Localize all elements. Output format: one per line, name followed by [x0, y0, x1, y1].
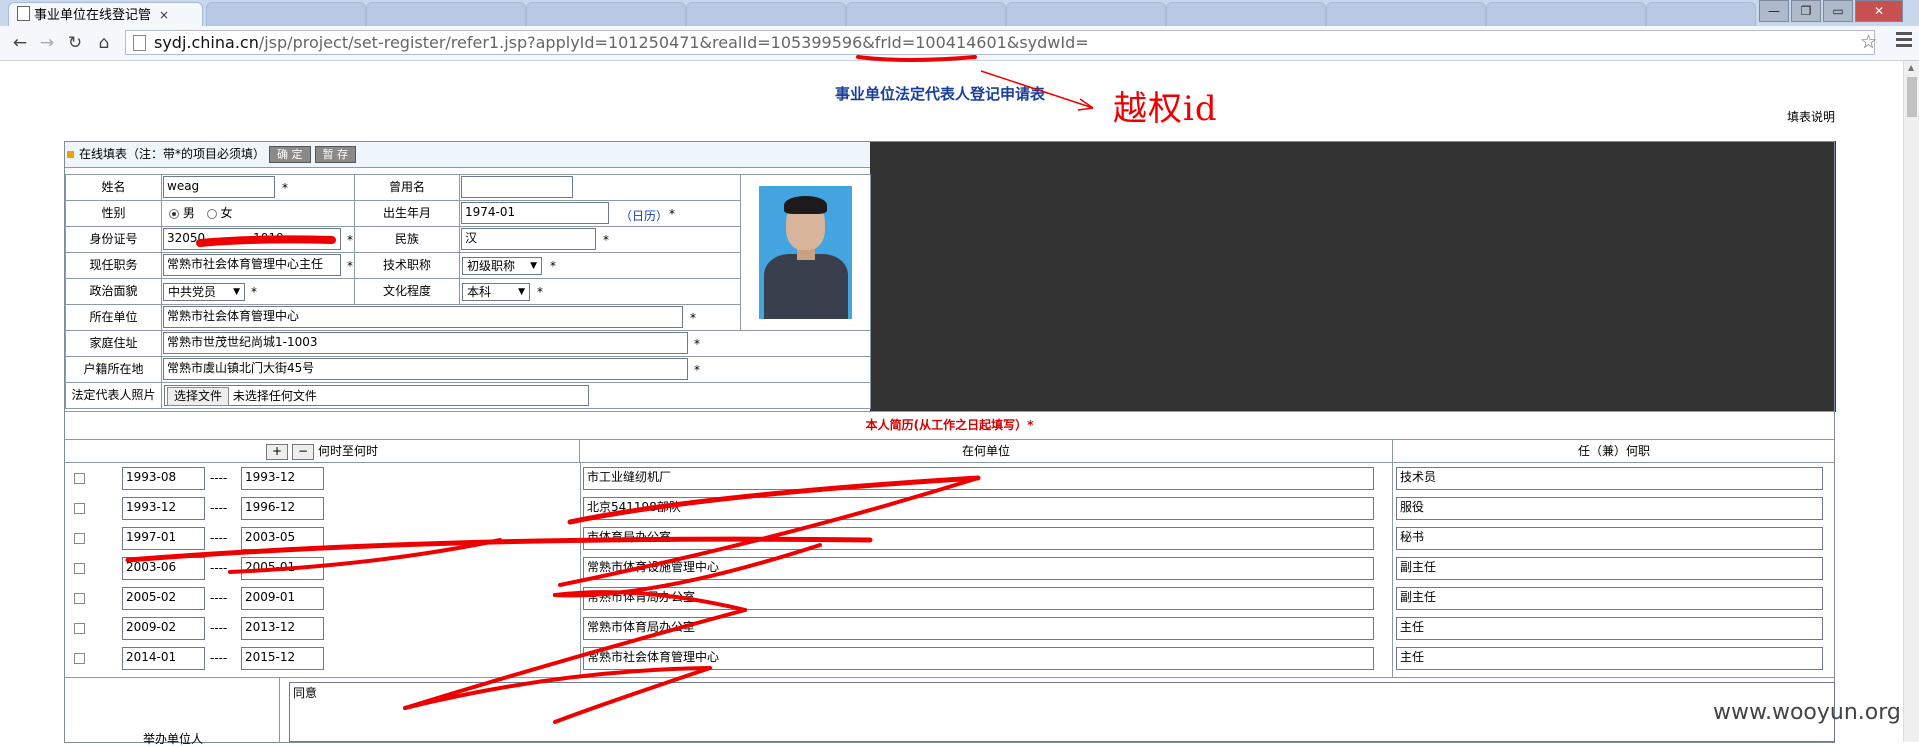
- annotation-overlay: [125, 55, 1094, 724]
- annotation-arrow: [980, 70, 1094, 109]
- scribble-stroke: [125, 536, 873, 563]
- url-underline: [856, 55, 977, 62]
- scribble-stroke: [403, 608, 747, 710]
- scribble-stroke: [553, 543, 822, 598]
- scribble-stroke: [403, 666, 712, 710]
- scribble-stroke: [567, 475, 981, 525]
- id-redaction-stroke: [196, 235, 336, 247]
